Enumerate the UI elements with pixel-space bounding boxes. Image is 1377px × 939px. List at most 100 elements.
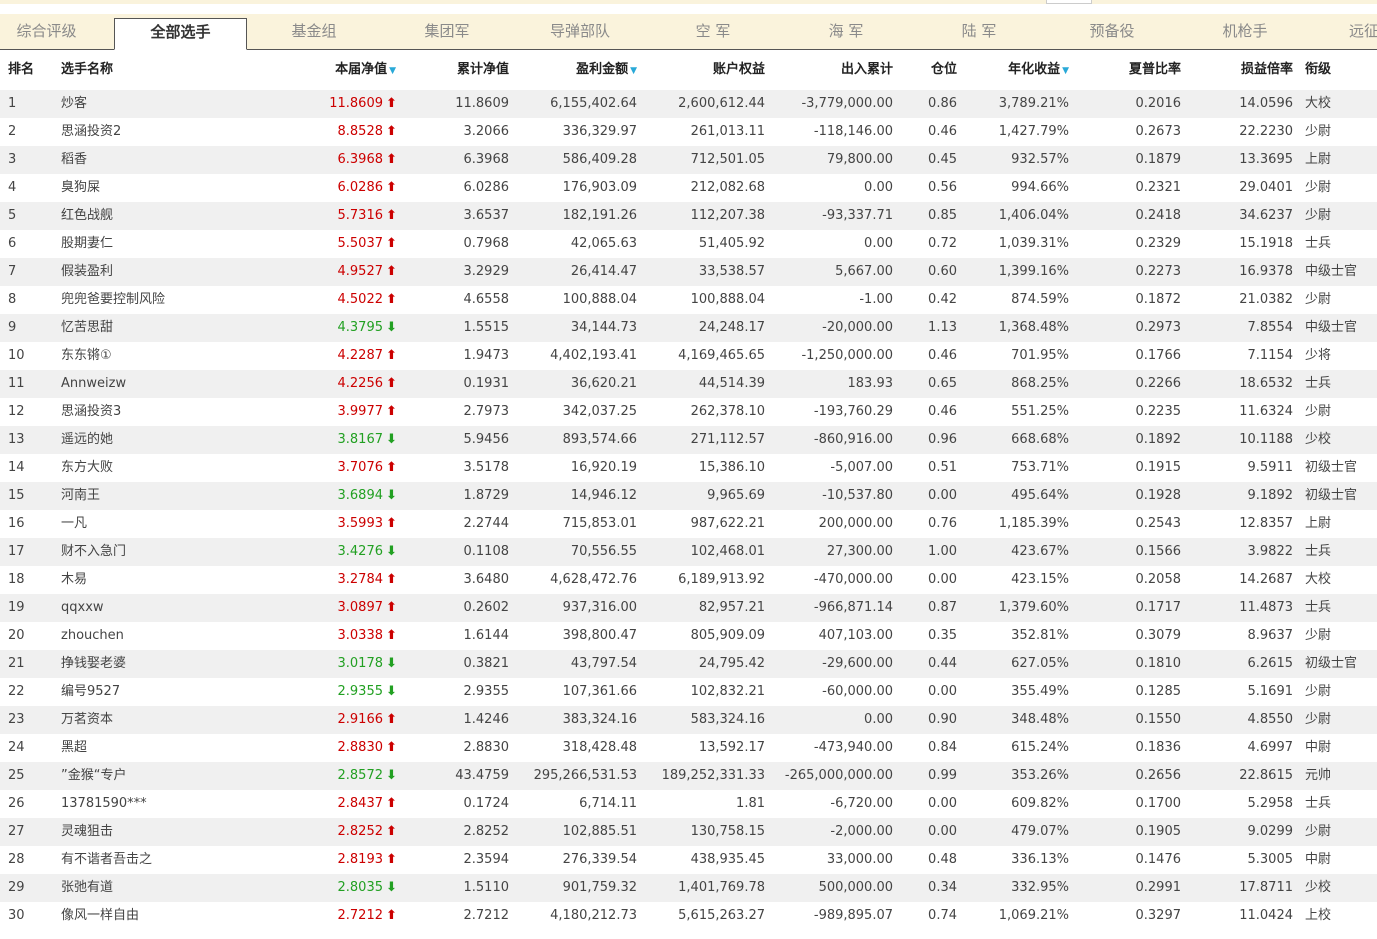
cell-cum_nav: 2.3594	[463, 852, 510, 867]
table-row[interactable]: 12 思涵投资3 3.9977 ⬆ 2.7973 342,037.25 262,378.10…	[0, 398, 1377, 426]
cell-name[interactable]: 臭狗屎	[61, 174, 261, 202]
cell-name[interactable]: qqxxw	[61, 594, 261, 622]
cell-name[interactable]: 思涵投资3	[61, 398, 261, 426]
cell-cum_nav: 1.4246	[463, 712, 510, 727]
cell-name[interactable]: 张弛有道	[61, 874, 261, 902]
cell-name[interactable]: 遥远的她	[61, 426, 261, 454]
arrow-up-icon: ⬆	[386, 600, 397, 615]
cell-name[interactable]: 兜兜爸要控制风险	[61, 286, 261, 314]
table-row[interactable]: 17 财不入急门 3.4276 ⬇ 0.1108 70,556.55 102,468.01 2…	[0, 538, 1377, 566]
column-header-pnl[interactable]: 盈利金额 ▼	[520, 51, 637, 89]
table-row[interactable]: 16 一凡 3.5993 ⬆ 2.2744 715,853.01 987,622.21 200…	[0, 510, 1377, 538]
table-row[interactable]: 1 炒客 11.8609 ⬆ 11.8609 6,155,402.64 2,600,612.…	[0, 90, 1377, 118]
cell-name[interactable]: 炒客	[61, 90, 261, 118]
table-row[interactable]: 30 像风一样自由 2.7212 ⬆ 2.7212 4,180,212.73 5,615,2…	[0, 902, 1377, 930]
cell-nav: 2.8252 ⬆	[290, 818, 397, 846]
cell-annual: 495.64%	[1011, 488, 1069, 503]
table-row[interactable]: 5 红色战舰 5.7316 ⬆ 3.6537 182,191.26 112,207.38 -9…	[0, 202, 1377, 230]
tab-1[interactable]: 全部选手	[114, 18, 247, 50]
cell-name[interactable]: 东方大败	[61, 454, 261, 482]
table-row[interactable]: 9 忆苦思甜 4.3795 ⬇ 1.5515 34,144.73 24,248.17 -20,…	[0, 314, 1377, 342]
table-row[interactable]: 15 河南王 3.6894 ⬇ 1.8729 14,946.12 9,965.69 -10,5…	[0, 482, 1377, 510]
cell-name[interactable]: 思涵投资2	[61, 118, 261, 146]
sort-desc-icon[interactable]: ▼	[389, 66, 396, 76]
cell-name[interactable]: ”金猴“专户	[61, 762, 261, 790]
table-row[interactable]: 22 编号9527 2.9355 ⬇ 2.9355 107,361.66 102,832.2…	[0, 678, 1377, 706]
table-row[interactable]: 3 稻香 6.3968 ⬆ 6.3968 586,409.28 712,501.05 79,8…	[0, 146, 1377, 174]
cell-name[interactable]: 像风一样自由	[61, 902, 261, 930]
table-row[interactable]: 25 ”金猴“专户 2.8572 ⬇ 43.4759 295,266,531.53 189,…	[0, 762, 1377, 790]
cell-name[interactable]: 河南王	[61, 482, 261, 510]
table-row[interactable]: 4 臭狗屎 6.0286 ⬆ 6.0286 176,903.09 212,082.68 0.0…	[0, 174, 1377, 202]
table-row[interactable]: 13 遥远的她 3.8167 ⬇ 5.9456 893,574.66 271,112.57 -…	[0, 426, 1377, 454]
cell-name[interactable]: 假装盈利	[61, 258, 261, 286]
table-row[interactable]: 24 黑超 2.8830 ⬆ 2.8830 318,428.48 13,592.17 -473…	[0, 734, 1377, 762]
cell-annual: 1,427.79%	[998, 124, 1069, 139]
column-header-nav[interactable]: 本届净值 ▼	[290, 51, 396, 89]
cell-name[interactable]: 13781590***	[61, 790, 261, 818]
table-row[interactable]: 29 张弛有道 2.8035 ⬇ 1.5110 901,759.32 1,401,769.7…	[0, 874, 1377, 902]
cell-name[interactable]: Annweizw	[61, 370, 261, 398]
tab-5[interactable]: 空 军	[649, 18, 777, 50]
arrow-down-icon: ⬇	[386, 544, 397, 559]
cell-name[interactable]: 灵魂狙击	[61, 818, 261, 846]
tab-10[interactable]: 远征	[1314, 18, 1377, 50]
cell-equity: 82,957.21	[698, 600, 765, 615]
tab-2[interactable]: 基金组	[250, 18, 378, 50]
tab-6[interactable]: 海 军	[782, 18, 910, 50]
cell-rank: 16	[8, 516, 25, 531]
tab-9[interactable]: 机枪手	[1181, 18, 1309, 50]
column-header-annual[interactable]: 年化收益 ▼	[965, 51, 1069, 89]
cell-cum_nav: 2.7973	[463, 404, 510, 419]
column-header-label: 出入累计	[840, 62, 893, 77]
cell-pl_ratio: 5.3005	[1247, 852, 1294, 867]
cell-name[interactable]: 东东锵①	[61, 342, 261, 370]
cell-title: 上尉	[1305, 152, 1332, 167]
column-header-name: 选手名称	[61, 51, 261, 89]
sort-desc-icon[interactable]: ▼	[630, 66, 637, 76]
cell-flow: -29,600.00	[822, 656, 893, 671]
table-row[interactable]: 14 东方大败 3.7076 ⬆ 3.5178 16,920.19 15,386.10 -5,…	[0, 454, 1377, 482]
table-row[interactable]: 6 股期妻仁 5.5037 ⬆ 0.7968 42,065.63 51,405.92 0.00…	[0, 230, 1377, 258]
cell-rank: 1	[8, 96, 17, 111]
cell-name[interactable]: 有不谐者吾击之	[61, 846, 261, 874]
cell-equity: 112,207.38	[690, 208, 765, 223]
table-row[interactable]: 19 qqxxw 3.0897 ⬆ 0.2602 937,316.00 82,957.21 -…	[0, 594, 1377, 622]
tab-3[interactable]: 集团军	[383, 18, 511, 50]
table-row[interactable]: 18 木易 3.2784 ⬆ 3.6480 4,628,472.76 6,189,913.9…	[0, 566, 1377, 594]
cell-rank: 10	[8, 348, 25, 363]
cell-title: 大校	[1305, 96, 1332, 111]
cell-name[interactable]: 股期妻仁	[61, 230, 261, 258]
table-row[interactable]: 21 挣钱娶老婆 3.0178 ⬇ 0.3821 43,797.54 24,795.42 -2…	[0, 650, 1377, 678]
cell-pnl: 14,946.12	[570, 488, 637, 503]
cell-flow: -5,007.00	[830, 460, 893, 475]
sort-desc-icon[interactable]: ▼	[1062, 66, 1069, 76]
cell-name[interactable]: 木易	[61, 566, 261, 594]
cell-name[interactable]: 黑超	[61, 734, 261, 762]
table-row[interactable]: 2 思涵投资2 8.8528 ⬆ 3.2066 336,329.97 261,013.11 -…	[0, 118, 1377, 146]
page-jump-input[interactable]	[1046, 0, 1092, 4]
cell-name[interactable]: 忆苦思甜	[61, 314, 261, 342]
table-row[interactable]: 8 兜兜爸要控制风险 4.5022 ⬆ 4.6558 100,888.04 100,888.…	[0, 286, 1377, 314]
table-row[interactable]: 28 有不谐者吾击之 2.8193 ⬆ 2.3594 276,339.54 438,935.…	[0, 846, 1377, 874]
table-row[interactable]: 10 东东锵① 4.2287 ⬆ 1.9473 4,402,193.41 4,169,465…	[0, 342, 1377, 370]
table-row[interactable]: 11 Annweizw 4.2256 ⬆ 0.1931 36,620.21 44,514.3…	[0, 370, 1377, 398]
table-row[interactable]: 23 万茗资本 2.9166 ⬆ 1.4246 383,324.16 583,324.16 0…	[0, 706, 1377, 734]
tab-8[interactable]: 预备役	[1048, 18, 1176, 50]
tab-4[interactable]: 导弹部队	[516, 18, 644, 50]
cell-name[interactable]: 红色战舰	[61, 202, 261, 230]
table-row[interactable]: 7 假装盈利 4.9527 ⬆ 3.2929 26,414.47 33,538.57 5,66…	[0, 258, 1377, 286]
cell-name[interactable]: 财不入急门	[61, 538, 261, 566]
cell-name[interactable]: zhouchen	[61, 622, 261, 650]
table-row[interactable]: 27 灵魂狙击 2.8252 ⬆ 2.8252 102,885.51 130,758.15-…	[0, 818, 1377, 846]
cell-name[interactable]: 一凡	[61, 510, 261, 538]
table-row[interactable]: 26 13781590*** 2.8437 ⬆ 0.1724 6,714.11 1.81 -6…	[0, 790, 1377, 818]
cell-name[interactable]: 挣钱娶老婆	[61, 650, 261, 678]
tab-7[interactable]: 陆 军	[915, 18, 1043, 50]
cell-nav: 3.8167 ⬇	[290, 426, 397, 454]
cell-name[interactable]: 万茗资本	[61, 706, 261, 734]
cell-name[interactable]: 稻香	[61, 146, 261, 174]
tab-0[interactable]: 综合评级	[0, 18, 93, 50]
cell-name[interactable]: 编号9527	[61, 678, 261, 706]
table-row[interactable]: 20 zhouchen 3.0338 ⬆ 1.6144 398,800.47 805,909…	[0, 622, 1377, 650]
